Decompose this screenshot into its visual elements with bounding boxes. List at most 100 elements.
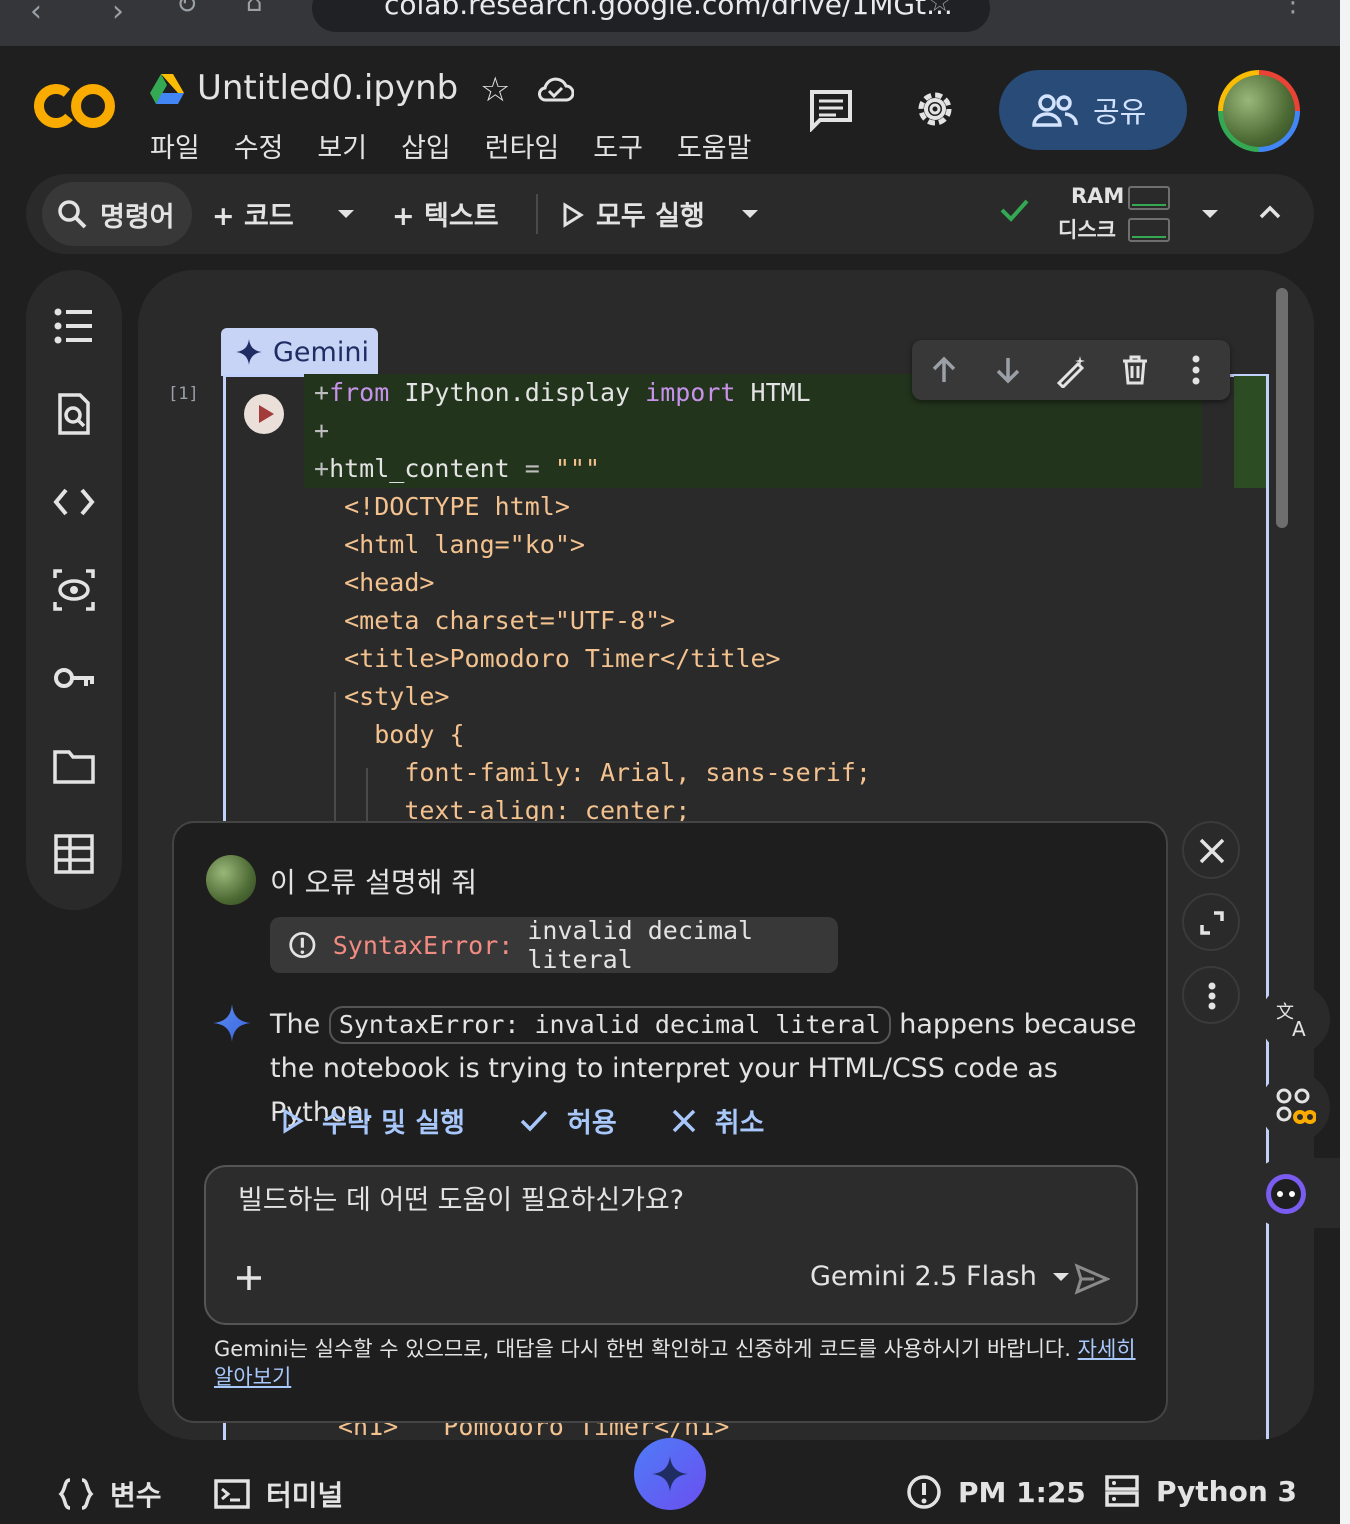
diff-marker: + bbox=[314, 416, 330, 445]
chevron-down-icon[interactable] bbox=[740, 208, 760, 220]
variables-button[interactable]: 변수 bbox=[58, 1474, 162, 1514]
delete-trash-icon[interactable] bbox=[1120, 354, 1150, 386]
cancel-button[interactable]: 취소 bbox=[671, 1101, 764, 1140]
execution-status[interactable]: PM 1:25 bbox=[906, 1474, 1086, 1510]
address-bar[interactable]: colab.research.google.com/drive/1MGt... bbox=[312, 0, 990, 32]
add-text-button[interactable]: + 텍스트 bbox=[392, 194, 499, 233]
url-text[interactable]: colab.research.google.com/drive/1MGt... bbox=[384, 0, 953, 21]
expand-icon bbox=[1200, 911, 1224, 935]
runtime-info-button[interactable]: Python 3 bbox=[1104, 1474, 1297, 1508]
share-label: 공유 bbox=[1093, 95, 1147, 129]
terminal-button[interactable]: 터미널 bbox=[214, 1474, 343, 1514]
disclaimer: Gemini는 실수할 수 있으므로, 대답을 다시 한번 확인하고 신중하게 … bbox=[214, 1335, 1144, 1391]
colab-apps-button[interactable] bbox=[1260, 1072, 1330, 1142]
files-folder-icon[interactable] bbox=[52, 744, 96, 788]
send-icon[interactable] bbox=[1074, 1263, 1110, 1295]
disclaimer-text: Gemini는 실수할 수 있으므로, 대답을 다시 한번 확인하고 신중하게 … bbox=[214, 1337, 1071, 1361]
accept-run-label: 수락 및 실행 bbox=[322, 1108, 465, 1139]
run-cell-button[interactable] bbox=[244, 394, 284, 434]
browser-menu-icon[interactable]: ⋮ bbox=[1280, 0, 1306, 18]
expand-chat-button[interactable] bbox=[1182, 893, 1240, 951]
back-icon[interactable]: ‹ bbox=[30, 0, 42, 29]
magic-edit-icon[interactable] bbox=[1054, 354, 1088, 388]
error-type: SyntaxError: bbox=[332, 930, 514, 960]
error-chip[interactable]: SyntaxError: invalid decimal literal bbox=[270, 916, 838, 974]
command-palette-button[interactable]: 명령어 bbox=[42, 182, 192, 246]
diff-marker: + bbox=[314, 378, 330, 407]
add-code-button[interactable]: + 코드 bbox=[212, 194, 294, 233]
chevron-down-icon[interactable] bbox=[336, 208, 356, 220]
home-icon[interactable]: ⌂ bbox=[246, 0, 263, 18]
code-token: font-family: Arial, sans-serif; bbox=[404, 758, 871, 787]
find-replace-icon[interactable] bbox=[52, 392, 96, 436]
scrollbar[interactable] bbox=[1276, 288, 1288, 528]
braces-icon bbox=[58, 1478, 94, 1510]
add-icon[interactable] bbox=[234, 1263, 264, 1293]
colab-logo[interactable] bbox=[34, 78, 116, 134]
prompt-input[interactable] bbox=[238, 1185, 1038, 1216]
code-snippets-icon[interactable] bbox=[52, 480, 96, 524]
gemini-fab-button[interactable] bbox=[634, 1438, 706, 1510]
more-vert-icon[interactable] bbox=[1190, 354, 1202, 386]
diff-marker bbox=[314, 568, 344, 597]
gemini-cell-tab[interactable]: Gemini bbox=[221, 328, 378, 376]
menu-bar: 파일 수정 보기 삽입 런타임 도구 도움말 bbox=[150, 126, 786, 165]
menu-runtime[interactable]: 런타임 bbox=[485, 126, 560, 165]
close-chat-button[interactable] bbox=[1182, 821, 1240, 879]
code-line: <head> bbox=[314, 564, 871, 602]
close-icon bbox=[672, 1109, 695, 1132]
menu-help[interactable]: 도움말 bbox=[677, 126, 752, 165]
reload-icon[interactable]: ↻ bbox=[176, 0, 198, 20]
menu-insert[interactable]: 삽입 bbox=[401, 126, 451, 165]
comment-icon[interactable] bbox=[808, 88, 854, 132]
notebook-title[interactable]: Untitled0.ipynb bbox=[197, 68, 458, 108]
chevron-up-icon[interactable] bbox=[1258, 204, 1282, 220]
response-prefix: The bbox=[270, 1009, 321, 1040]
diff-marker bbox=[314, 682, 344, 711]
translate-button[interactable]: 文A bbox=[1260, 984, 1330, 1054]
account-avatar[interactable] bbox=[1218, 70, 1300, 152]
disk-meter bbox=[1128, 218, 1170, 242]
runtime-label: Python 3 bbox=[1156, 1474, 1298, 1508]
chevron-down-icon[interactable] bbox=[1200, 208, 1220, 220]
drive-icon[interactable] bbox=[150, 74, 184, 104]
code-line: +html_content = """ bbox=[314, 450, 871, 488]
ram-label: RAM bbox=[1071, 184, 1125, 208]
diff-marker bbox=[314, 606, 344, 635]
more-vert-icon bbox=[1208, 982, 1216, 1010]
assistant-widget-button[interactable] bbox=[1250, 1158, 1340, 1228]
accept-and-run-button[interactable]: 수락 및 실행 bbox=[282, 1101, 465, 1140]
share-button[interactable]: 공유 bbox=[999, 70, 1187, 150]
settings-gear-icon[interactable] bbox=[912, 86, 958, 132]
menu-file[interactable]: 파일 bbox=[150, 126, 200, 165]
move-down-icon[interactable] bbox=[992, 354, 1024, 386]
forward-icon[interactable]: › bbox=[112, 0, 124, 29]
people-icon bbox=[1032, 94, 1078, 127]
model-name: Gemini 2.5 Flash bbox=[810, 1261, 1037, 1292]
variable-inspector-icon[interactable] bbox=[52, 568, 96, 612]
window-edge bbox=[1340, 0, 1350, 1524]
code-editor[interactable]: +from IPython.display import HTML + +html_… bbox=[314, 374, 871, 830]
error-alert-icon bbox=[289, 931, 316, 959]
move-up-icon[interactable] bbox=[928, 354, 960, 386]
variables-label: 변수 bbox=[110, 1479, 162, 1512]
check-icon bbox=[520, 1110, 548, 1132]
browser-toolbar: ‹ › ↻ ⌂ colab.research.google.com/drive/… bbox=[0, 0, 1340, 46]
bookmark-star-icon[interactable]: ☆ bbox=[928, 0, 951, 18]
run-all-button[interactable]: 모두 실행 bbox=[562, 194, 705, 233]
menu-view[interactable]: 보기 bbox=[317, 126, 367, 165]
accept-button[interactable]: 허용 bbox=[519, 1101, 617, 1140]
connected-check-icon[interactable] bbox=[998, 194, 1030, 226]
code-token: <meta charset="UTF-8"> bbox=[344, 606, 676, 635]
model-selector[interactable]: Gemini 2.5 Flash bbox=[810, 1261, 1071, 1292]
ram-meter bbox=[1128, 186, 1170, 210]
secrets-key-icon[interactable] bbox=[52, 656, 96, 700]
menu-edit[interactable]: 수정 bbox=[234, 126, 284, 165]
data-table-icon[interactable] bbox=[52, 832, 96, 876]
chat-more-button[interactable] bbox=[1182, 966, 1240, 1024]
code-token: from bbox=[329, 378, 405, 407]
search-icon bbox=[58, 200, 87, 229]
star-icon[interactable]: ☆ bbox=[480, 70, 510, 110]
table-of-contents-icon[interactable] bbox=[52, 304, 96, 348]
menu-tools[interactable]: 도구 bbox=[593, 126, 643, 165]
